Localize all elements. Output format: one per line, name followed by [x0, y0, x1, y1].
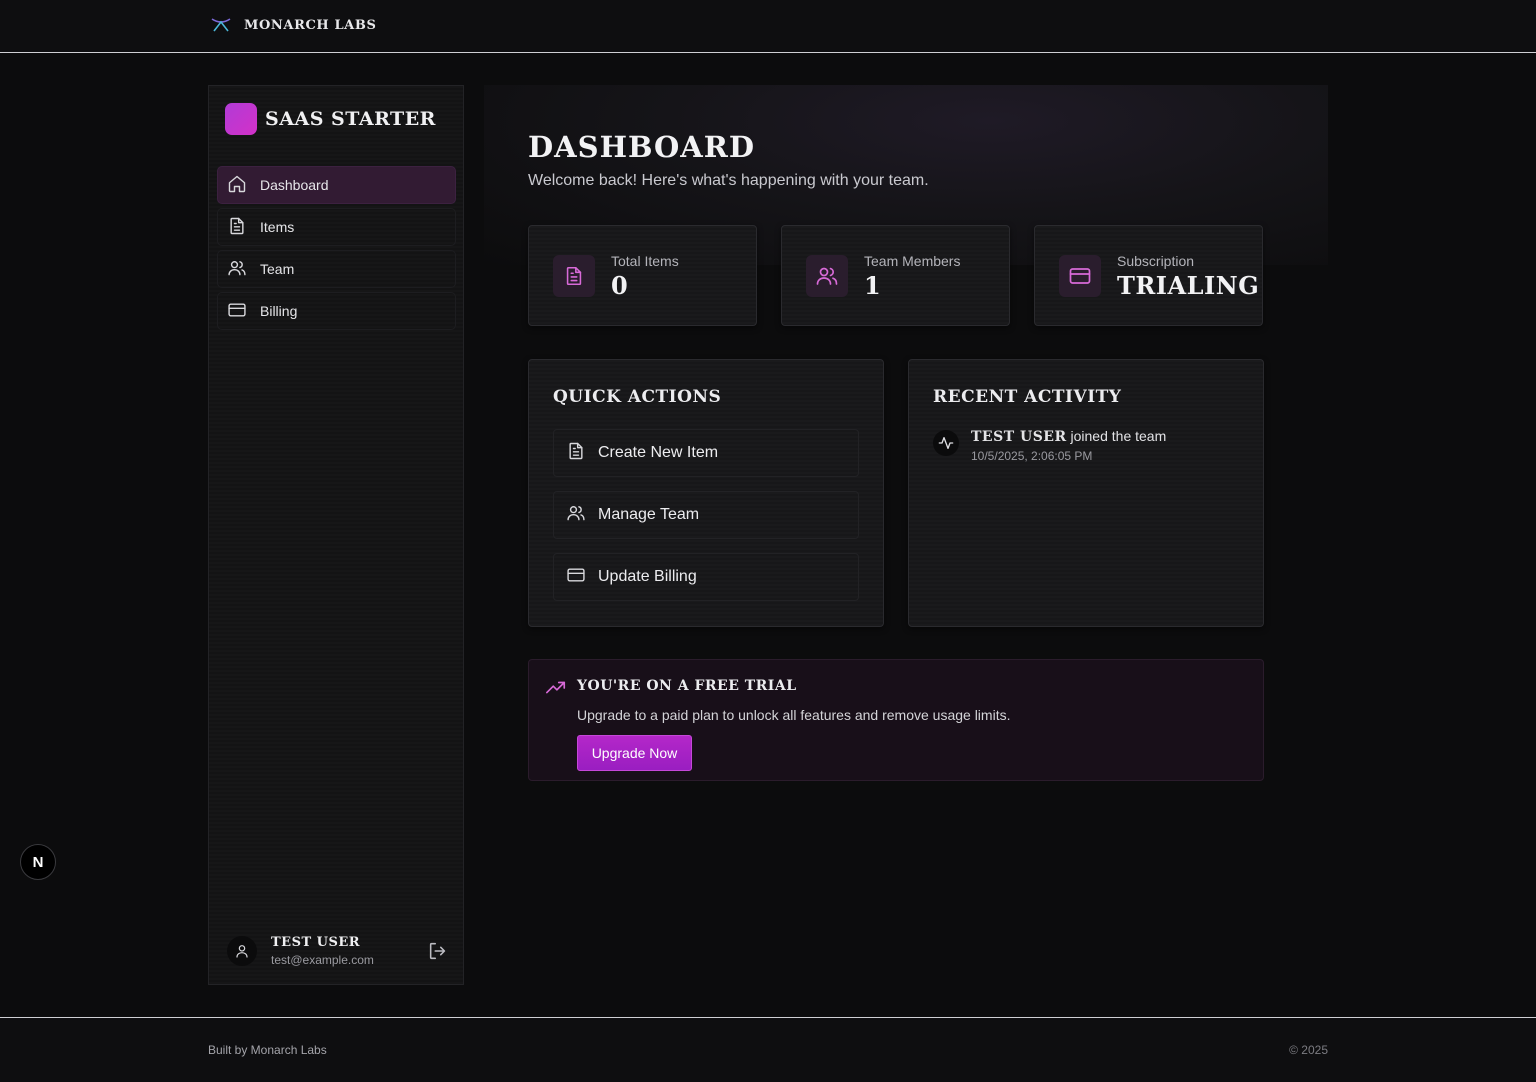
credit-card-icon [566, 565, 586, 590]
trial-text: Upgrade to a paid plan to unlock all fea… [577, 707, 1011, 723]
sidebar-item-label: Items [260, 219, 295, 235]
footer: Built by Monarch Labs © 2025 [0, 1017, 1536, 1082]
stat-value: 1 [864, 271, 882, 300]
sidebar-item-label: Billing [260, 303, 298, 319]
brand[interactable]: MONARCH LABS [208, 14, 376, 36]
sidebar: SAAS STARTER Dashboard Items Team Billin… [208, 85, 464, 985]
file-text-icon [566, 441, 586, 466]
update-billing-button[interactable]: Update Billing [553, 553, 859, 601]
panel-title: RECENT ACTIVITY [933, 387, 1122, 407]
activity-text: TEST USER joined the team [971, 428, 1166, 445]
user-profile: TEST USER test@example.com [227, 931, 449, 971]
stat-label: Total Items [611, 253, 679, 269]
quick-actions-panel: QUICK ACTIONS Create New Item Manage Tea… [528, 359, 884, 627]
sidebar-item-billing[interactable]: Billing [217, 292, 456, 330]
trial-title: YOU'RE ON A FREE TRIAL [577, 678, 797, 694]
stat-card-total-items: Total Items 0 [528, 225, 757, 326]
users-icon [566, 503, 586, 528]
top-bar: MONARCH LABS [0, 0, 1536, 53]
activity-body: TEST USER joined the team 10/5/2025, 2:0… [971, 428, 1166, 463]
activity-icon [933, 430, 959, 456]
activity-item: TEST USER joined the team 10/5/2025, 2:0… [933, 428, 1166, 463]
activity-timestamp: 10/5/2025, 2:06:05 PM [971, 449, 1093, 463]
sidebar-item-label: Team [260, 261, 295, 277]
sidebar-item-team[interactable]: Team [217, 250, 456, 288]
stat-card-subscription: Subscription TRIALING [1034, 225, 1263, 326]
trending-up-icon [545, 677, 567, 699]
credit-card-icon [227, 300, 247, 323]
footer-credit: Built by Monarch Labs [208, 1043, 327, 1057]
page-title: DASHBOARD [528, 130, 756, 164]
create-new-item-button[interactable]: Create New Item [553, 429, 859, 477]
action-label: Update Billing [598, 568, 697, 585]
sidebar-header: SAAS STARTER [225, 103, 436, 135]
avatar [227, 936, 257, 966]
free-trial-banner: YOU'RE ON A FREE TRIAL Upgrade to a paid… [528, 659, 1264, 781]
credit-card-icon [1059, 255, 1101, 297]
sidebar-item-label: Dashboard [260, 177, 329, 193]
user-name: TEST USER [271, 935, 361, 950]
page-subtitle: Welcome back! Here's what's happening wi… [528, 172, 929, 189]
user-email: test@example.com [271, 953, 374, 967]
footer-copyright: © 2025 [1289, 1043, 1328, 1057]
stat-label: Team Members [864, 253, 961, 269]
monarch-logo-icon [208, 14, 234, 36]
stat-card-team-members: Team Members 1 [781, 225, 1010, 326]
upgrade-now-button[interactable]: Upgrade Now [577, 735, 692, 771]
nextjs-dev-badge[interactable]: N [20, 844, 56, 880]
sidebar-item-dashboard[interactable]: Dashboard [217, 166, 456, 204]
recent-activity-panel: RECENT ACTIVITY TEST USER joined the tea… [908, 359, 1264, 627]
panel-title: QUICK ACTIONS [553, 387, 722, 407]
users-icon [806, 255, 848, 297]
stat-label: Subscription [1117, 253, 1195, 269]
file-text-icon [227, 216, 247, 239]
logout-icon[interactable] [427, 940, 449, 962]
app-title: SAAS STARTER [265, 108, 436, 130]
activity-user: TEST USER [971, 429, 1067, 445]
action-label: Create New Item [598, 444, 719, 461]
sidebar-nav: Dashboard Items Team Billing [217, 166, 456, 334]
sidebar-item-items[interactable]: Items [217, 208, 456, 246]
file-text-icon [553, 255, 595, 297]
action-label: Manage Team [598, 506, 700, 523]
users-icon [227, 258, 247, 281]
manage-team-button[interactable]: Manage Team [553, 491, 859, 539]
brand-name: MONARCH LABS [244, 17, 377, 33]
activity-action: joined the team [1070, 428, 1167, 444]
stat-value: 0 [611, 271, 629, 300]
app-logo [225, 103, 257, 135]
subscription-status: TRIALING [1117, 271, 1260, 300]
home-icon [227, 174, 247, 197]
user-info: TEST USER test@example.com [271, 935, 374, 967]
